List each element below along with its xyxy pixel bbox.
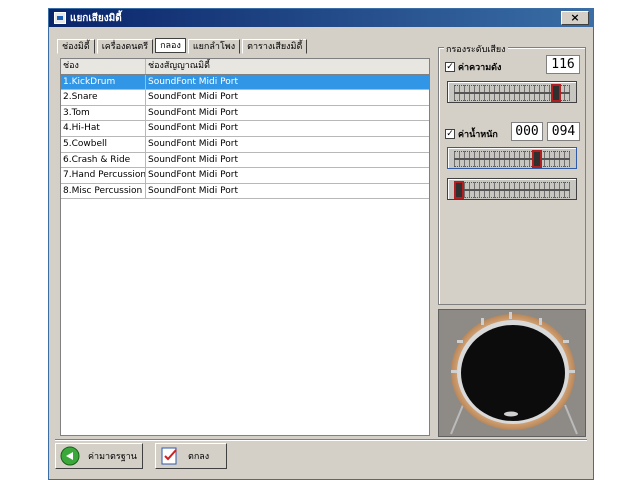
level-filter-panel: กรองระดับเสียง ✓ ค่าความดัง 116 ✓ ค่าน้ำ…: [438, 42, 586, 305]
window-title: แยกเสียงมิดี้: [70, 12, 122, 24]
row-midi-port: SoundFont Midi Port: [148, 76, 238, 87]
velocity-label: ค่าน้ำหนัก: [458, 130, 498, 140]
list-header: ช่อง ช่องสัญญาณมิดี้: [61, 59, 429, 75]
row-channel: 4.Hi-Hat: [61, 121, 146, 136]
row-channel: 5.Cowbell: [61, 136, 146, 152]
tab-instrument[interactable]: เครื่องดนตรี: [96, 39, 154, 54]
volume-value: 116: [546, 55, 580, 74]
checklist-icon: [160, 446, 180, 466]
list-row[interactable]: 8.Misc Percussion SoundFont Midi Port: [61, 183, 429, 200]
ok-button[interactable]: ตกลง: [155, 443, 227, 469]
list-row[interactable]: 7.Hand Percussion SoundFont Midi Port: [61, 168, 429, 184]
velocity-high-slider-thumb[interactable]: [531, 150, 542, 168]
volume-label: ค่าความดัง: [458, 63, 502, 73]
tab-speaker-split[interactable]: แยกลำโพง: [187, 39, 241, 54]
panel-caption: กรองระดับเสียง: [444, 42, 508, 56]
velocity-high-slider[interactable]: [447, 147, 577, 169]
list-row[interactable]: 4.Hi-Hat SoundFont Midi Port: [61, 121, 429, 137]
drum-image-panel: [438, 309, 586, 437]
velocity-low-value: 000: [511, 122, 543, 141]
row-midi-port: SoundFont Midi Port: [148, 170, 238, 181]
velocity-checkbox[interactable]: ✓: [445, 129, 455, 139]
kick-drum-image: [450, 312, 578, 435]
slider-groove: [454, 189, 570, 191]
row-channel: 7.Hand Percussion: [61, 168, 146, 183]
list-row[interactable]: 1.KickDrum SoundFont Midi Port: [61, 74, 429, 91]
title-bar[interactable]: แยกเสียงมิดี้ ×: [49, 9, 593, 27]
drum-channel-list[interactable]: ช่อง ช่องสัญญาณมิดี้ 1.KickDrum SoundFon…: [60, 58, 430, 436]
bottom-separator: [55, 439, 587, 441]
column-header-channel[interactable]: ช่อง: [61, 59, 146, 74]
row-channel: 8.Misc Percussion: [61, 183, 146, 199]
row-channel: 2.Snare: [61, 90, 146, 105]
row-midi-port: SoundFont Midi Port: [148, 123, 238, 134]
row-midi-port: SoundFont Midi Port: [148, 107, 238, 118]
volume-filter-row: ✓ ค่าความดัง: [445, 60, 501, 74]
velocity-filter-row: ✓ ค่าน้ำหนัก: [445, 127, 498, 141]
row-channel: 3.Tom: [61, 105, 146, 121]
row-midi-port: SoundFont Midi Port: [148, 154, 238, 165]
default-values-button[interactable]: ค่ามาตรฐาน: [55, 443, 143, 469]
tab-drums[interactable]: กลอง: [155, 38, 186, 53]
default-values-label: ค่ามาตรฐาน: [88, 452, 137, 462]
tab-midi-sound-table[interactable]: ตารางเสียงมิดี้: [242, 39, 308, 54]
green-arrow-icon: [60, 446, 80, 466]
row-midi-port: SoundFont Midi Port: [148, 92, 238, 103]
tab-strip: ช่องมิดี้ เครื่องดนตรี กลอง แยกลำโพง ตาร…: [57, 38, 309, 55]
column-header-midi-port[interactable]: ช่องสัญญาณมิดี้: [146, 59, 429, 74]
list-row[interactable]: 6.Crash & Ride SoundFont Midi Port: [61, 152, 429, 169]
volume-checkbox[interactable]: ✓: [445, 62, 455, 72]
velocity-low-slider[interactable]: [447, 178, 577, 200]
tab-midi-channel[interactable]: ช่องมิดี้: [57, 39, 95, 54]
volume-slider-thumb[interactable]: [551, 84, 562, 102]
row-channel: 1.KickDrum: [61, 74, 146, 90]
ok-label: ตกลง: [188, 452, 210, 462]
velocity-low-slider-thumb[interactable]: [454, 181, 464, 199]
close-button[interactable]: ×: [561, 11, 589, 25]
velocity-high-value: 094: [547, 122, 580, 141]
slider-groove: [454, 158, 570, 160]
row-channel: 6.Crash & Ride: [61, 152, 146, 168]
list-row[interactable]: 2.Snare SoundFont Midi Port: [61, 90, 429, 106]
list-row[interactable]: 3.Tom SoundFont Midi Port: [61, 105, 429, 122]
app-icon: [54, 12, 66, 24]
row-midi-port: SoundFont Midi Port: [148, 185, 238, 196]
row-midi-port: SoundFont Midi Port: [148, 138, 238, 149]
drum-split-window: แยกเสียงมิดี้ × ช่องมิดี้ เครื่องดนตรี ก…: [48, 8, 594, 480]
list-row[interactable]: 5.Cowbell SoundFont Midi Port: [61, 136, 429, 153]
volume-slider[interactable]: [447, 81, 577, 103]
